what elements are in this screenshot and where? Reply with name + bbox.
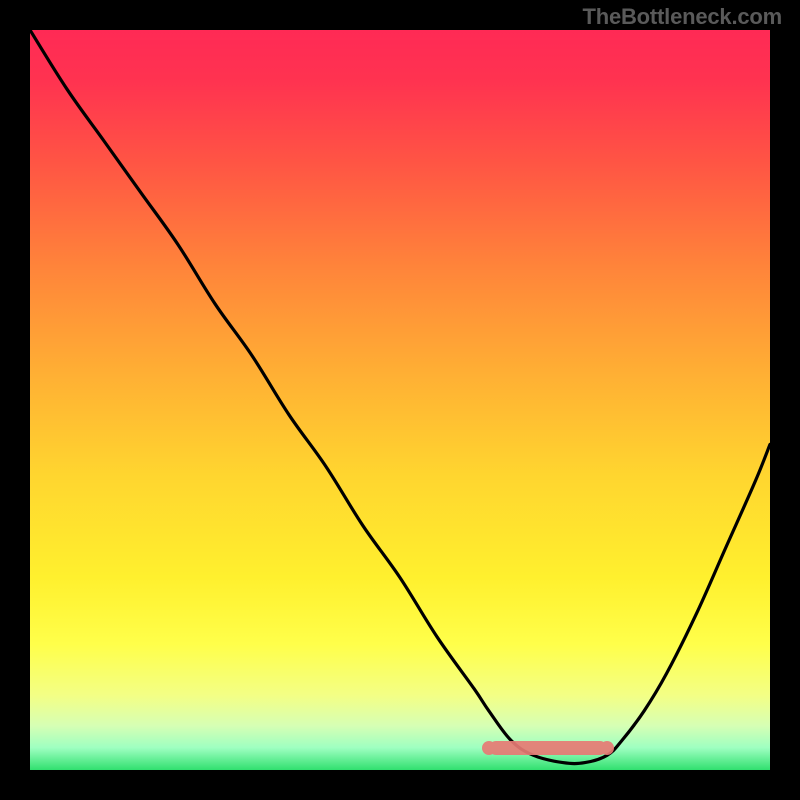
optimal-range-marker bbox=[489, 741, 607, 755]
plot-area bbox=[30, 30, 770, 770]
bottleneck-curve bbox=[30, 30, 770, 770]
attribution-label: TheBottleneck.com bbox=[582, 4, 782, 30]
chart-frame: TheBottleneck.com bbox=[0, 0, 800, 800]
